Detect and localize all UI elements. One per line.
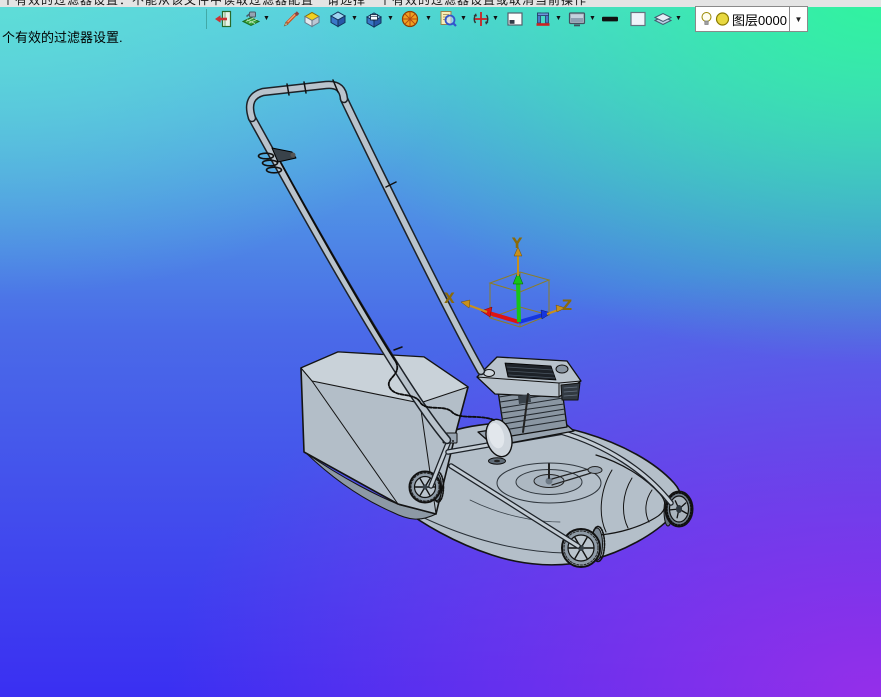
cube-window-dropdown-arrow[interactable]: ▼ [387, 15, 394, 22]
render-environment-button[interactable] [240, 8, 262, 30]
clipped-status-text: 个有效的过滤器设置：不能从该文件中读取过滤器配置 请选择一个有效的过滤器设置或取… [2, 0, 588, 7]
color-swatch-icon [630, 11, 646, 27]
line-width-icon [602, 16, 618, 22]
render-dropdown-arrow[interactable]: ▼ [263, 15, 270, 22]
lawn-mower-model[interactable] [245, 79, 694, 568]
exit-render-button[interactable] [212, 8, 234, 30]
app-window: 个有效的过滤器设置：不能从该文件中读取过滤器配置 请选择一个有效的过滤器设置或取… [0, 0, 881, 697]
render-environment-icon [241, 11, 261, 27]
shaded-cube-button[interactable] [327, 8, 349, 30]
zoom-document-button[interactable] [437, 8, 459, 30]
layer-combo-dropdown-button[interactable]: ▼ [789, 6, 808, 32]
rotate-view-icon [473, 12, 489, 26]
height-tool-button[interactable] [532, 8, 554, 30]
layers-icon [653, 12, 673, 26]
orange-slices-dropdown-arrow[interactable]: ▼ [425, 15, 432, 22]
orange-slices-icon [401, 10, 419, 28]
layers-button[interactable] [652, 8, 674, 30]
light-bulb-icon [701, 12, 712, 25]
display-monitor-button[interactable] [566, 8, 588, 30]
viewport-window-button[interactable] [504, 8, 526, 30]
open-box-button[interactable] [301, 8, 323, 30]
exit-door-icon [215, 10, 232, 28]
display-monitor-dropdown-arrow[interactable]: ▼ [589, 15, 596, 22]
pencil-edit-button[interactable] [280, 8, 302, 30]
prompt-message: 个有效的过滤器设置. [2, 30, 123, 45]
rotate-view-button[interactable] [470, 8, 492, 30]
orange-slices-button[interactable] [399, 8, 421, 30]
cube-window-icon [365, 12, 383, 28]
rotate-view-dropdown-arrow[interactable]: ▼ [492, 15, 499, 22]
zoom-document-icon [440, 11, 457, 27]
axis-label-z: Z [562, 298, 572, 314]
front-wheel [408, 470, 445, 504]
layer-color-icon [715, 12, 730, 26]
layer-combo-value: 图层0000 [732, 12, 787, 28]
zoom-document-dropdown-arrow[interactable]: ▼ [460, 15, 467, 22]
layer-combo-field[interactable]: 图层0000 [695, 6, 789, 32]
shaded-cube-icon [329, 11, 347, 28]
layers-dropdown-arrow[interactable]: ▼ [675, 15, 682, 22]
axis-triad: X Y Z [444, 236, 572, 328]
cube-window-button[interactable] [363, 8, 385, 30]
viewport-3d[interactable]: X Y Z [0, 0, 881, 697]
height-tool-icon [536, 12, 550, 26]
display-monitor-icon [568, 12, 586, 27]
height-tool-dropdown-arrow[interactable]: ▼ [555, 15, 562, 22]
color-swatch-button[interactable] [627, 8, 649, 30]
layer-combo[interactable]: 图层0000 ▼ [695, 6, 808, 32]
middle-wheel [561, 525, 606, 568]
axis-label-y: Y [511, 236, 523, 252]
viewport-window-icon [507, 12, 523, 26]
line-width-button[interactable] [599, 8, 621, 30]
combo-arrow-icon: ▼ [794, 14, 803, 24]
toolbar-separator [206, 9, 207, 29]
axis-label-x: X [444, 291, 455, 307]
pencil-icon [283, 11, 300, 27]
shaded-cube-dropdown-arrow[interactable]: ▼ [351, 15, 358, 22]
open-box-icon [303, 11, 321, 28]
